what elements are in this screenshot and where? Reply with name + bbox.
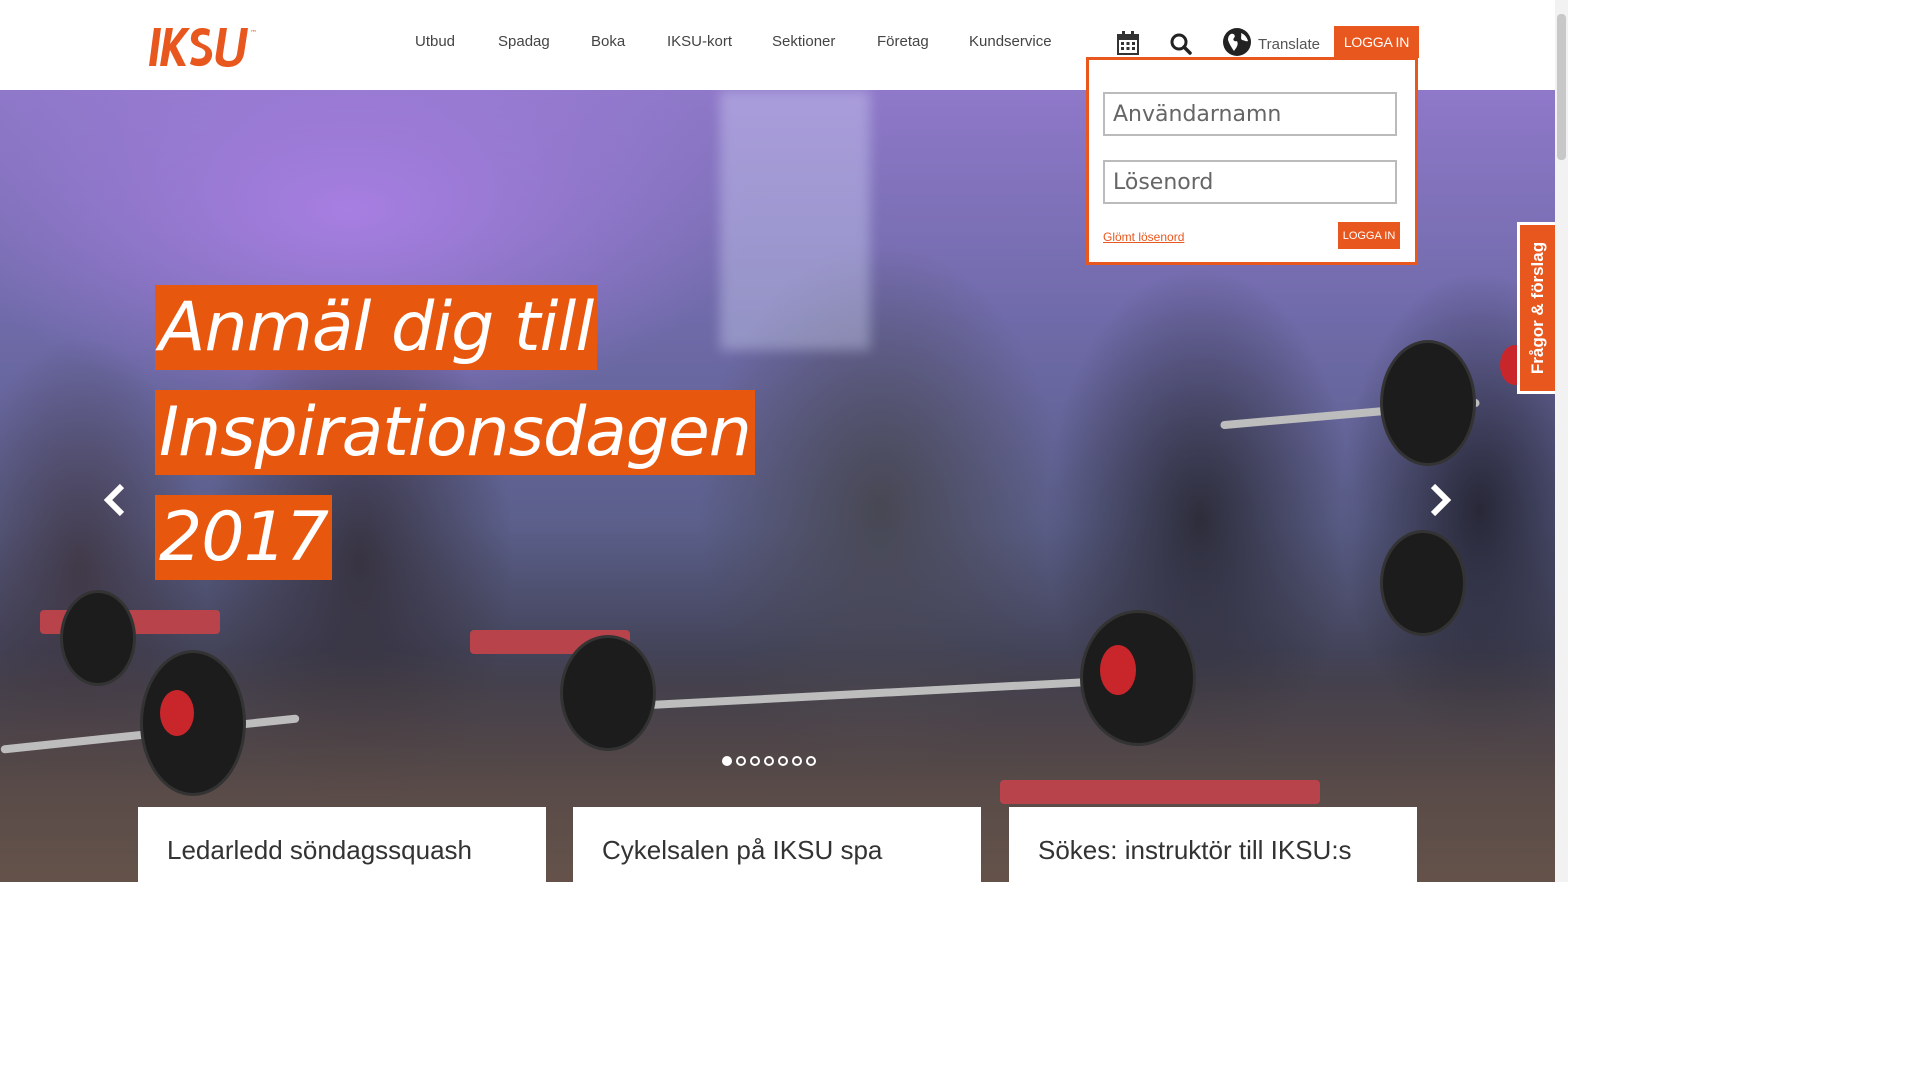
page-scrollbar[interactable]: [1555, 0, 1568, 882]
weight-plate: [1100, 645, 1136, 695]
nav-iksu-kort[interactable]: IKSU-kort: [667, 33, 732, 50]
step-platform: [1000, 780, 1320, 804]
carousel-dot[interactable]: [778, 756, 788, 766]
weight-plate: [1380, 530, 1466, 636]
password-field[interactable]: [1103, 160, 1397, 204]
nav-foretag[interactable]: Företag: [877, 33, 929, 50]
news-card-title: Ledarledd söndagssquash: [167, 835, 473, 865]
scrollbar-thumb[interactable]: [1557, 14, 1566, 160]
forgot-password-link[interactable]: Glömt lösenord: [1103, 230, 1184, 244]
carousel-dot[interactable]: [722, 756, 732, 766]
news-card[interactable]: Sökes: instruktör till IKSU:s: [1009, 807, 1417, 882]
login-submit-button[interactable]: LOGGA IN: [1338, 222, 1400, 249]
username-field[interactable]: [1103, 92, 1397, 136]
nav-utbud[interactable]: Utbud: [415, 33, 455, 50]
nav-sektioner[interactable]: Sektioner: [772, 33, 835, 50]
translate-button[interactable]: Translate: [1222, 27, 1320, 58]
carousel-dot[interactable]: [792, 756, 802, 766]
carousel-dot[interactable]: [736, 756, 746, 766]
headline-line: 2017: [155, 495, 333, 580]
headline-line: Inspirationsdagen: [155, 390, 755, 475]
nav-kundservice[interactable]: Kundservice: [969, 33, 1052, 50]
translate-label: Translate: [1258, 35, 1320, 53]
weight-plate: [1080, 610, 1196, 746]
weight-plate: [1380, 340, 1476, 466]
headline-line: Anmäl dig till: [155, 285, 598, 370]
chevron-left-icon[interactable]: [100, 480, 130, 520]
nav-spadag[interactable]: Spadag: [498, 33, 550, 50]
nav-boka[interactable]: Boka: [591, 33, 625, 50]
login-popup: Glömt lösenord LOGGA IN: [1086, 57, 1418, 265]
feedback-tab-label: Frågor & förslag: [1527, 241, 1547, 375]
hero-headline[interactable]: Anmäl dig till Inspirationsdagen 2017: [155, 285, 755, 600]
login-toggle-button[interactable]: LOGGA IN: [1334, 26, 1419, 58]
weight-plate: [160, 690, 194, 736]
news-card-title: Sökes: instruktör till IKSU:s: [1038, 835, 1352, 865]
news-card[interactable]: Cykelsalen på IKSU spa: [573, 807, 981, 882]
svg-text:™: ™: [250, 29, 257, 37]
carousel-dot[interactable]: [750, 756, 760, 766]
weight-plate: [560, 635, 656, 751]
feedback-tab[interactable]: Frågor & förslag: [1517, 222, 1555, 394]
chevron-right-icon[interactable]: [1425, 480, 1455, 520]
weight-plate: [140, 650, 246, 796]
carousel-dot[interactable]: [806, 756, 816, 766]
carousel-dot[interactable]: [764, 756, 774, 766]
news-card-title: Cykelsalen på IKSU spa: [602, 835, 883, 865]
weight-plate: [60, 590, 136, 686]
news-card[interactable]: Ledarledd söndagssquash: [138, 807, 546, 882]
iksu-logo[interactable]: ™: [148, 26, 266, 68]
carousel-indicators: [722, 756, 816, 766]
